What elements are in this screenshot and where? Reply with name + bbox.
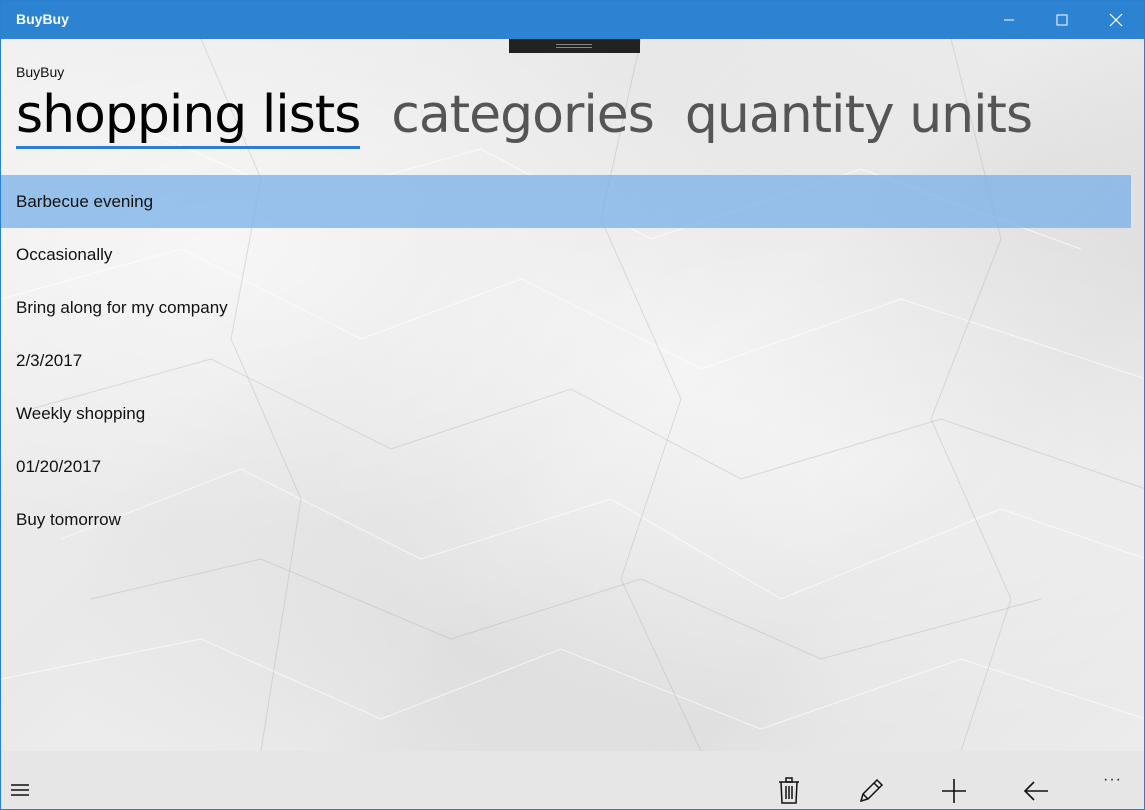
drag-handle[interactable]: [509, 39, 640, 53]
tab-categories[interactable]: categories: [391, 83, 655, 147]
close-button[interactable]: [1093, 1, 1139, 39]
maximize-button[interactable]: [1039, 1, 1085, 39]
list-item[interactable]: Occasionally: [1, 228, 1131, 281]
list-item[interactable]: 01/20/2017: [1, 440, 1131, 493]
add-button[interactable]: [936, 773, 972, 809]
shopping-list: Barbecue evening Occasionally Bring alon…: [1, 175, 1131, 546]
back-button[interactable]: [1018, 773, 1054, 809]
list-item[interactable]: Barbecue evening: [1, 175, 1131, 228]
delete-button[interactable]: [771, 773, 807, 809]
list-item[interactable]: 2/3/2017: [1, 334, 1131, 387]
grip-icon: [556, 44, 592, 48]
hamburger-icon: [11, 784, 29, 796]
minimize-button[interactable]: [986, 1, 1032, 39]
more-options-button[interactable]: ···: [1103, 771, 1122, 789]
arrow-left-icon: [1023, 781, 1048, 801]
app-window: BuyBuy BuyBuy shopping lists categories …: [0, 0, 1145, 810]
list-item[interactable]: Bring along for my company: [1, 281, 1131, 334]
title-bar[interactable]: BuyBuy: [1, 1, 1144, 39]
plus-icon: [942, 779, 966, 803]
tab-quantity-units[interactable]: quantity units: [685, 83, 1033, 147]
edit-button[interactable]: [853, 773, 889, 809]
tab-shopping-lists[interactable]: shopping lists: [16, 83, 361, 149]
pivot-header: shopping lists categories quantity units: [16, 83, 1063, 149]
minimize-icon: [1004, 19, 1014, 21]
app-name: BuyBuy: [16, 64, 65, 80]
trash-icon: [779, 777, 799, 804]
close-icon: [1109, 13, 1123, 27]
list-item[interactable]: Weekly shopping: [1, 387, 1131, 440]
command-bar: ···: [1, 751, 1144, 809]
maximize-icon: [1056, 14, 1068, 26]
list-item[interactable]: Buy tomorrow: [1, 493, 1131, 546]
window-title: BuyBuy: [16, 11, 69, 27]
main-content: BuyBuy shopping lists categories quantit…: [1, 39, 1144, 751]
pencil-icon: [859, 778, 884, 803]
hamburger-menu-button[interactable]: [11, 783, 31, 797]
